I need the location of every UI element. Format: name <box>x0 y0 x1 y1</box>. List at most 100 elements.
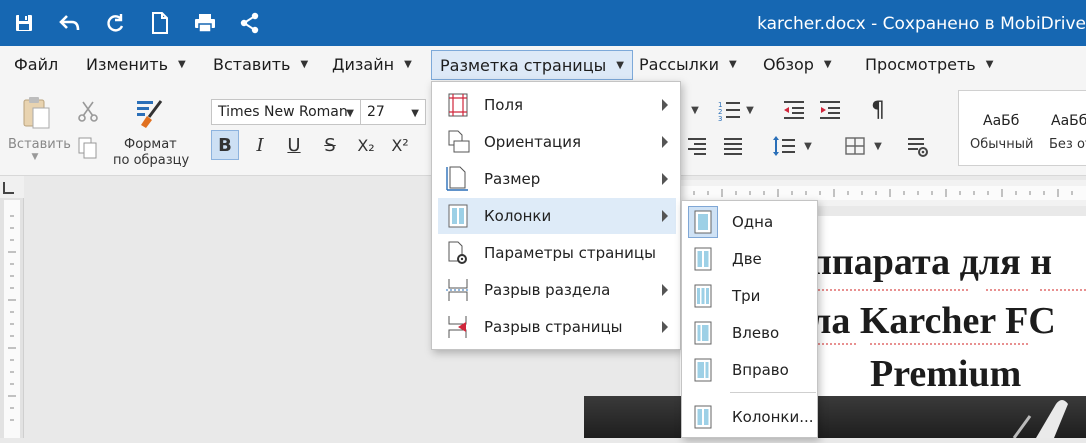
style-normal[interactable]: АаБб Обычный <box>967 95 1047 161</box>
menu-mailings[interactable]: Рассылки ▼ <box>631 51 745 78</box>
borders-icon[interactable] <box>842 134 868 158</box>
page-setup-icon <box>444 239 472 267</box>
font-size-value: 27 <box>367 104 385 120</box>
numbered-list-icon[interactable]: 123 <box>716 97 744 123</box>
menu-item-margins[interactable]: Поля <box>438 87 676 123</box>
menu-design[interactable]: Дизайн ▼ <box>324 51 420 78</box>
chevron-down-icon[interactable]: ▼ <box>28 152 42 162</box>
left-column-icon <box>688 317 718 349</box>
one-column-icon <box>688 206 718 238</box>
menu-item-label: Размер <box>484 170 541 188</box>
ruler-corner[interactable] <box>0 176 24 198</box>
cut-icon[interactable] <box>76 99 100 123</box>
strikethrough-button[interactable]: S <box>316 130 344 160</box>
menu-insert[interactable]: Вставить ▼ <box>205 51 316 78</box>
paste-label[interactable]: Вставить <box>8 137 71 152</box>
title-bar: karcher.docx - Сохранено в MobiDrive <box>0 0 1086 46</box>
pilcrow-icon[interactable]: ¶ <box>866 96 890 124</box>
chevron-down-icon: ▼ <box>346 108 354 119</box>
decrease-indent-icon[interactable] <box>781 98 807 122</box>
redo-icon[interactable] <box>104 11 128 35</box>
chevron-down-icon: ▼ <box>178 59 186 70</box>
menu-item-label: Разрыв раздела <box>484 281 611 299</box>
font-name-select[interactable]: Times New Roman ▼ <box>211 99 361 125</box>
chevron-down-icon[interactable]: ▼ <box>742 97 758 123</box>
column-option-left[interactable]: Влево <box>686 315 815 351</box>
menu-review[interactable]: Обзор ▼ <box>755 51 840 78</box>
menu-item-label: Ориентация <box>484 133 582 151</box>
column-option-label: Вправо <box>732 361 789 379</box>
chevron-down-icon: ▼ <box>728 59 737 70</box>
columns-icon <box>444 202 472 230</box>
subscript-button[interactable]: X₂ <box>352 130 380 160</box>
undo-icon[interactable] <box>58 11 82 35</box>
column-option-more[interactable]: Колонки... <box>686 399 815 435</box>
svg-text:3: 3 <box>718 115 722 121</box>
save-icon[interactable] <box>12 11 36 35</box>
format-painter-label[interactable]: Формат <box>124 137 177 152</box>
line-spacing-icon[interactable] <box>770 133 798 159</box>
menu-file[interactable]: Файл <box>6 51 66 78</box>
chevron-right-icon <box>662 136 668 148</box>
superscript-button[interactable]: X² <box>386 130 414 160</box>
justify-icon[interactable] <box>720 134 746 158</box>
chevron-right-icon <box>662 284 668 296</box>
format-painter-label-2[interactable]: по образцу <box>113 153 189 168</box>
format-painter-icon[interactable] <box>132 96 166 130</box>
menu-edit[interactable]: Изменить ▼ <box>78 51 194 78</box>
paragraph-settings-icon[interactable] <box>905 134 931 160</box>
menu-bar: Файл Изменить ▼ Вставить ▼ Дизайн ▼ Разметк… <box>0 46 1086 82</box>
style-name: Без от <box>1049 137 1086 152</box>
new-document-icon[interactable] <box>148 11 172 35</box>
chevron-right-icon <box>662 99 668 111</box>
menu-view[interactable]: Просмотреть ▼ <box>857 51 1001 78</box>
column-option-one[interactable]: Одна <box>686 204 815 240</box>
style-no-spacing[interactable]: АаБб Без от <box>1047 95 1086 161</box>
menu-item-orientation[interactable]: Ориентация <box>438 124 676 160</box>
share-icon[interactable] <box>238 11 262 35</box>
underline-button[interactable]: U <box>280 130 308 160</box>
document-image[interactable] <box>584 396 1086 439</box>
menu-item-size[interactable]: Размер <box>438 161 676 197</box>
column-option-label: Три <box>732 287 761 305</box>
bold-button[interactable]: B <box>211 130 239 160</box>
menu-item-columns[interactable]: Колонки <box>438 198 676 234</box>
column-option-two[interactable]: Две <box>686 241 815 277</box>
menu-label: Рассылки <box>639 55 719 74</box>
style-sample: АаБб <box>983 113 1020 129</box>
font-name-value: Times New Roman <box>218 104 348 120</box>
chevron-down-icon[interactable]: ▼ <box>682 97 708 123</box>
chevron-down-icon[interactable]: ▼ <box>800 134 816 158</box>
style-name: Обычный <box>970 137 1034 152</box>
menu-label: Дизайн <box>332 55 395 74</box>
margins-icon <box>444 91 472 119</box>
print-icon[interactable] <box>193 11 217 35</box>
column-option-label: Колонки... <box>732 408 814 426</box>
column-option-label: Две <box>732 250 762 268</box>
menu-item-page-break[interactable]: Разрыв страницы <box>438 309 676 345</box>
copy-icon[interactable] <box>76 135 100 161</box>
page-size-icon <box>444 165 472 193</box>
column-option-three[interactable]: Три <box>686 278 815 314</box>
italic-button[interactable]: I <box>246 130 274 160</box>
three-columns-icon <box>688 280 718 312</box>
increase-indent-icon[interactable] <box>817 98 843 122</box>
columns-submenu: Одна Две Три Влево Вправо Колонки... <box>681 200 818 438</box>
section-break-icon <box>444 276 472 304</box>
font-size-select[interactable]: 27 ▼ <box>360 99 426 125</box>
menu-item-page-setup[interactable]: Параметры страницы <box>438 235 676 271</box>
align-right-icon[interactable] <box>684 134 710 158</box>
menu-item-section-break[interactable]: Разрыв раздела <box>438 272 676 308</box>
menu-label: Вставить <box>213 55 291 74</box>
column-option-right[interactable]: Вправо <box>686 352 815 388</box>
clipboard-icon[interactable] <box>20 95 52 131</box>
chevron-right-icon <box>662 210 668 222</box>
chevron-down-icon[interactable]: ▼ <box>870 134 886 158</box>
menu-label: Разметка страницы <box>440 55 607 75</box>
menu-label: Изменить <box>86 55 168 74</box>
menu-page-layout[interactable]: Разметка страницы ▼ <box>431 50 633 80</box>
chevron-down-icon: ▼ <box>823 59 832 70</box>
menu-separator <box>730 392 816 393</box>
orientation-icon <box>444 128 472 156</box>
document-title: karcher.docx - Сохранено в MobiDrive <box>757 14 1086 34</box>
